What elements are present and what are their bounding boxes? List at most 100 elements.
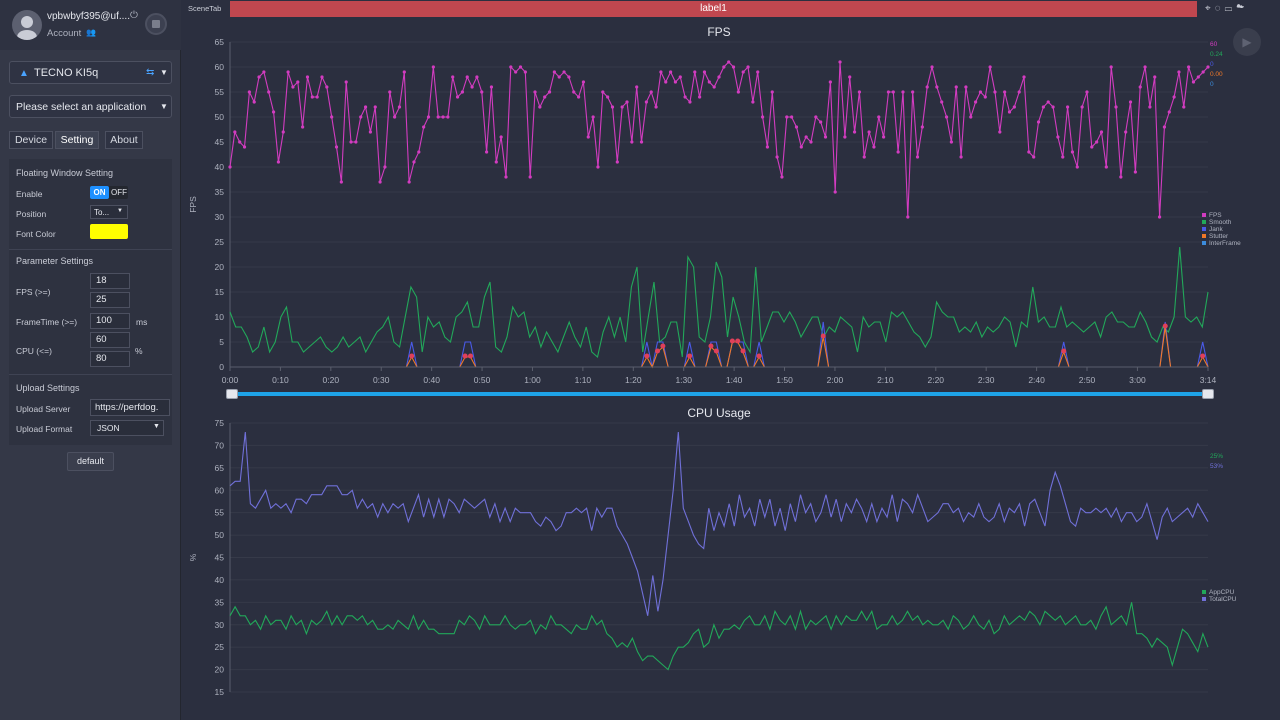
upload-server-input[interactable]: https://perfdog. — [90, 399, 170, 416]
location-icon[interactable]: ⌖ — [1205, 3, 1215, 14]
chart-title: CPU Usage — [687, 406, 751, 420]
fps-point — [722, 65, 726, 69]
stop-record-button[interactable] — [145, 13, 167, 35]
fps-point — [654, 105, 658, 109]
fps-point — [1201, 70, 1205, 74]
y-tick-label: 55 — [215, 87, 225, 97]
fps-point — [301, 125, 305, 129]
enable-toggle[interactable]: ON OFF — [90, 186, 128, 199]
range-start-handle[interactable] — [226, 389, 238, 399]
fps-point — [436, 115, 440, 119]
fps-point — [547, 90, 552, 94]
cpu-threshold-2-input[interactable]: 80 — [90, 351, 130, 367]
fps-threshold-1-input[interactable]: 18 — [90, 273, 130, 289]
stutter-marker — [740, 348, 746, 354]
fps-point — [625, 100, 629, 104]
font-color-swatch[interactable] — [90, 224, 128, 239]
cloud-icon[interactable]: ☁ — [1236, 3, 1248, 14]
fps-point — [562, 70, 566, 74]
logout-icon[interactable]: ⏻ — [130, 10, 138, 21]
fps-point — [790, 115, 794, 119]
fps-point — [402, 70, 406, 74]
fps-point — [596, 165, 600, 169]
device-name: TECNO KI5q — [34, 67, 99, 79]
y-tick-label: 65 — [215, 463, 225, 473]
fps-point — [843, 135, 847, 139]
tab-setting[interactable]: Setting — [55, 131, 99, 149]
x-tick-label: 0:40 — [423, 375, 440, 385]
y-tick-label: 45 — [215, 553, 225, 563]
fps-point — [538, 105, 542, 109]
fps-point — [373, 105, 377, 109]
legend-label-interframe: InterFrame — [1209, 240, 1241, 247]
x-tick-label: 2:10 — [877, 375, 894, 385]
scene-tab-label[interactable]: SceneTab — [188, 4, 221, 13]
account-link[interactable]: Account — [47, 28, 81, 39]
android-icon: ▲ — [19, 68, 29, 79]
x-tick-label: 1:20 — [625, 375, 642, 385]
bulb-icon[interactable]: ◌ — [1215, 3, 1225, 14]
fps-point — [523, 70, 527, 74]
series-line-fps — [229, 61, 1209, 218]
fps-point — [397, 105, 402, 109]
cpu-threshold-1-input[interactable]: 60 — [90, 332, 130, 348]
avatar[interactable] — [12, 10, 42, 40]
position-select[interactable]: To... ▼ — [90, 205, 128, 219]
fps-point — [635, 85, 639, 89]
fps-point — [422, 125, 426, 129]
upload-format-select[interactable]: JSON ▼ — [90, 420, 164, 436]
fps-point — [291, 85, 295, 89]
y-tick-label: 45 — [215, 137, 225, 147]
account-settings-icon[interactable]: 👥 — [86, 28, 96, 37]
range-end-handle[interactable] — [1202, 389, 1214, 399]
stutter-marker — [467, 353, 473, 359]
x-tick-label: 2:40 — [1028, 375, 1045, 385]
fps-point — [552, 70, 556, 74]
fps-point — [1056, 135, 1060, 139]
fps-point — [751, 100, 755, 104]
fps-point — [378, 180, 382, 184]
application-select[interactable]: Please select an application ▼ — [9, 95, 172, 118]
tab-about[interactable]: About — [105, 131, 143, 149]
floating-window-title: Floating Window Setting — [16, 168, 114, 178]
fps-point — [717, 75, 721, 79]
fps-point — [388, 90, 392, 94]
y-tick-label: 25 — [215, 237, 225, 247]
fps-point — [639, 140, 644, 144]
folder-icon[interactable]: ▭ — [1225, 3, 1237, 14]
fps-point — [974, 100, 978, 104]
fps-threshold-2-input[interactable]: 25 — [90, 292, 130, 308]
x-tick-label: 1:30 — [675, 375, 692, 385]
device-select[interactable]: ▲ TECNO KI5q ⇆ ▼ — [9, 61, 172, 84]
y-tick-label: 50 — [215, 112, 225, 122]
fps-point — [1182, 105, 1186, 109]
x-tick-label: 0:50 — [474, 375, 491, 385]
fps-point — [363, 105, 368, 109]
fps-point — [935, 85, 939, 89]
chart-title: FPS — [707, 25, 730, 39]
fps-point — [978, 90, 983, 94]
fps-point — [780, 175, 784, 179]
current-value-smooth: 0.24 — [1210, 51, 1223, 58]
tab-device[interactable]: Device — [9, 131, 53, 149]
fps-point — [480, 90, 484, 94]
scene-label-bar[interactable]: label1 — [230, 1, 1197, 17]
time-range-slider[interactable] — [226, 389, 1214, 399]
fps-point — [944, 115, 949, 119]
fps-point — [702, 70, 707, 74]
fps-point — [828, 80, 832, 84]
legend-label-totalcpu: TotalCPU — [1209, 596, 1237, 603]
fps-point — [247, 90, 251, 94]
fps-point — [1187, 65, 1191, 69]
fps-point — [1061, 155, 1065, 159]
fps-point — [1109, 65, 1113, 69]
fps-point — [581, 80, 586, 84]
y-tick-label: 70 — [215, 440, 225, 450]
sidebar: vpbwbyf395@uf.... ⏻ Account 👥 ▲ TECNO KI… — [0, 0, 181, 720]
frametime-input[interactable]: 100 — [90, 313, 130, 329]
chevron-down-icon: ▼ — [160, 68, 168, 77]
fps-point — [344, 80, 348, 84]
play-icon[interactable]: ▶ — [1233, 28, 1261, 56]
fps-point — [930, 65, 934, 69]
default-button[interactable]: default — [67, 452, 114, 471]
